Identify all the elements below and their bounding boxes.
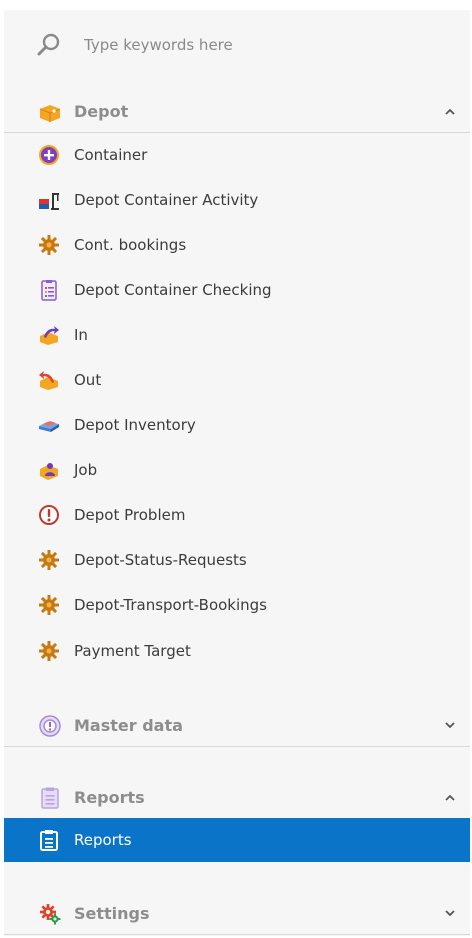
menu-item-label: Cont. bookings xyxy=(74,236,187,254)
menu-item-label: Reports xyxy=(74,831,132,849)
chevron-down-icon xyxy=(445,910,455,917)
menu-item-label: Job xyxy=(74,461,98,479)
chevron-up-icon xyxy=(445,794,455,801)
container-add-icon xyxy=(39,145,59,165)
menu-item-label: Depot Inventory xyxy=(74,416,196,434)
clipboard-icon xyxy=(41,787,59,809)
group-header-reports[interactable]: Reports xyxy=(4,778,470,819)
menu-item-depot-problem[interactable]: Depot Problem xyxy=(4,495,470,535)
menu-item-label: Depot Container Checking xyxy=(74,281,272,299)
chevron-up-icon xyxy=(445,108,455,115)
gear-icon xyxy=(39,235,59,255)
navigation-panel: Depot Container Depot Container Activity xyxy=(4,10,470,936)
gear-icon xyxy=(39,550,59,570)
group-label-reports: Reports xyxy=(74,788,145,807)
menu-item-out[interactable]: Out xyxy=(4,360,470,400)
menu-item-in[interactable]: In xyxy=(4,315,470,355)
menu-item-job[interactable]: Job xyxy=(4,450,470,490)
group-header-depot[interactable]: Depot xyxy=(4,92,470,133)
menu-item-depot-container-checking[interactable]: Depot Container Checking xyxy=(4,270,470,310)
in-arrow-icon xyxy=(40,326,59,345)
master-data-icon xyxy=(39,715,61,737)
menu-item-depot-transport-bookings[interactable]: Depot-Transport-Bookings xyxy=(4,585,470,625)
group-label-settings: Settings xyxy=(74,904,150,923)
gear-icon xyxy=(39,641,59,661)
clipboard-icon xyxy=(40,830,58,851)
menu-item-label: Depot Container Activity xyxy=(74,191,259,209)
group-label-master-data: Master data xyxy=(74,716,183,735)
inventory-icon xyxy=(39,421,59,432)
search-bar[interactable] xyxy=(4,26,470,62)
menu-item-depot-status-requests[interactable]: Depot-Status-Requests xyxy=(4,540,470,580)
menu-item-depot-container-activity[interactable]: Depot Container Activity xyxy=(4,180,470,220)
menu-item-label: Depot-Status-Requests xyxy=(74,551,247,569)
menu-item-label: Depot-Transport-Bookings xyxy=(74,596,268,614)
checklist-icon xyxy=(41,280,57,301)
container-activity-icon xyxy=(39,193,59,210)
settings-icon xyxy=(40,904,61,925)
search-icon xyxy=(37,33,60,56)
group-header-settings[interactable]: Settings xyxy=(4,894,470,935)
menu-item-label: Out xyxy=(74,371,102,389)
menu-item-reports[interactable]: Reports xyxy=(4,818,470,862)
menu-item-payment-target[interactable]: Payment Target xyxy=(4,631,470,671)
group-header-master-data[interactable]: Master data xyxy=(4,706,470,747)
menu-item-label: In xyxy=(74,326,88,344)
menu-item-label: Container xyxy=(74,146,148,164)
depot-icon xyxy=(39,105,61,122)
menu-item-cont-bookings[interactable]: Cont. bookings xyxy=(4,225,470,265)
problem-icon xyxy=(39,505,59,525)
menu-item-container[interactable]: Container xyxy=(4,135,470,175)
menu-item-label: Depot Problem xyxy=(74,506,186,524)
gear-icon xyxy=(39,595,59,615)
out-arrow-icon xyxy=(39,371,58,390)
group-label-depot: Depot xyxy=(74,102,129,121)
chevron-down-icon xyxy=(445,722,455,729)
menu-item-label: Payment Target xyxy=(74,642,191,660)
search-input[interactable] xyxy=(82,30,446,60)
menu-item-depot-inventory[interactable]: Depot Inventory xyxy=(4,405,470,445)
job-icon xyxy=(40,463,58,480)
